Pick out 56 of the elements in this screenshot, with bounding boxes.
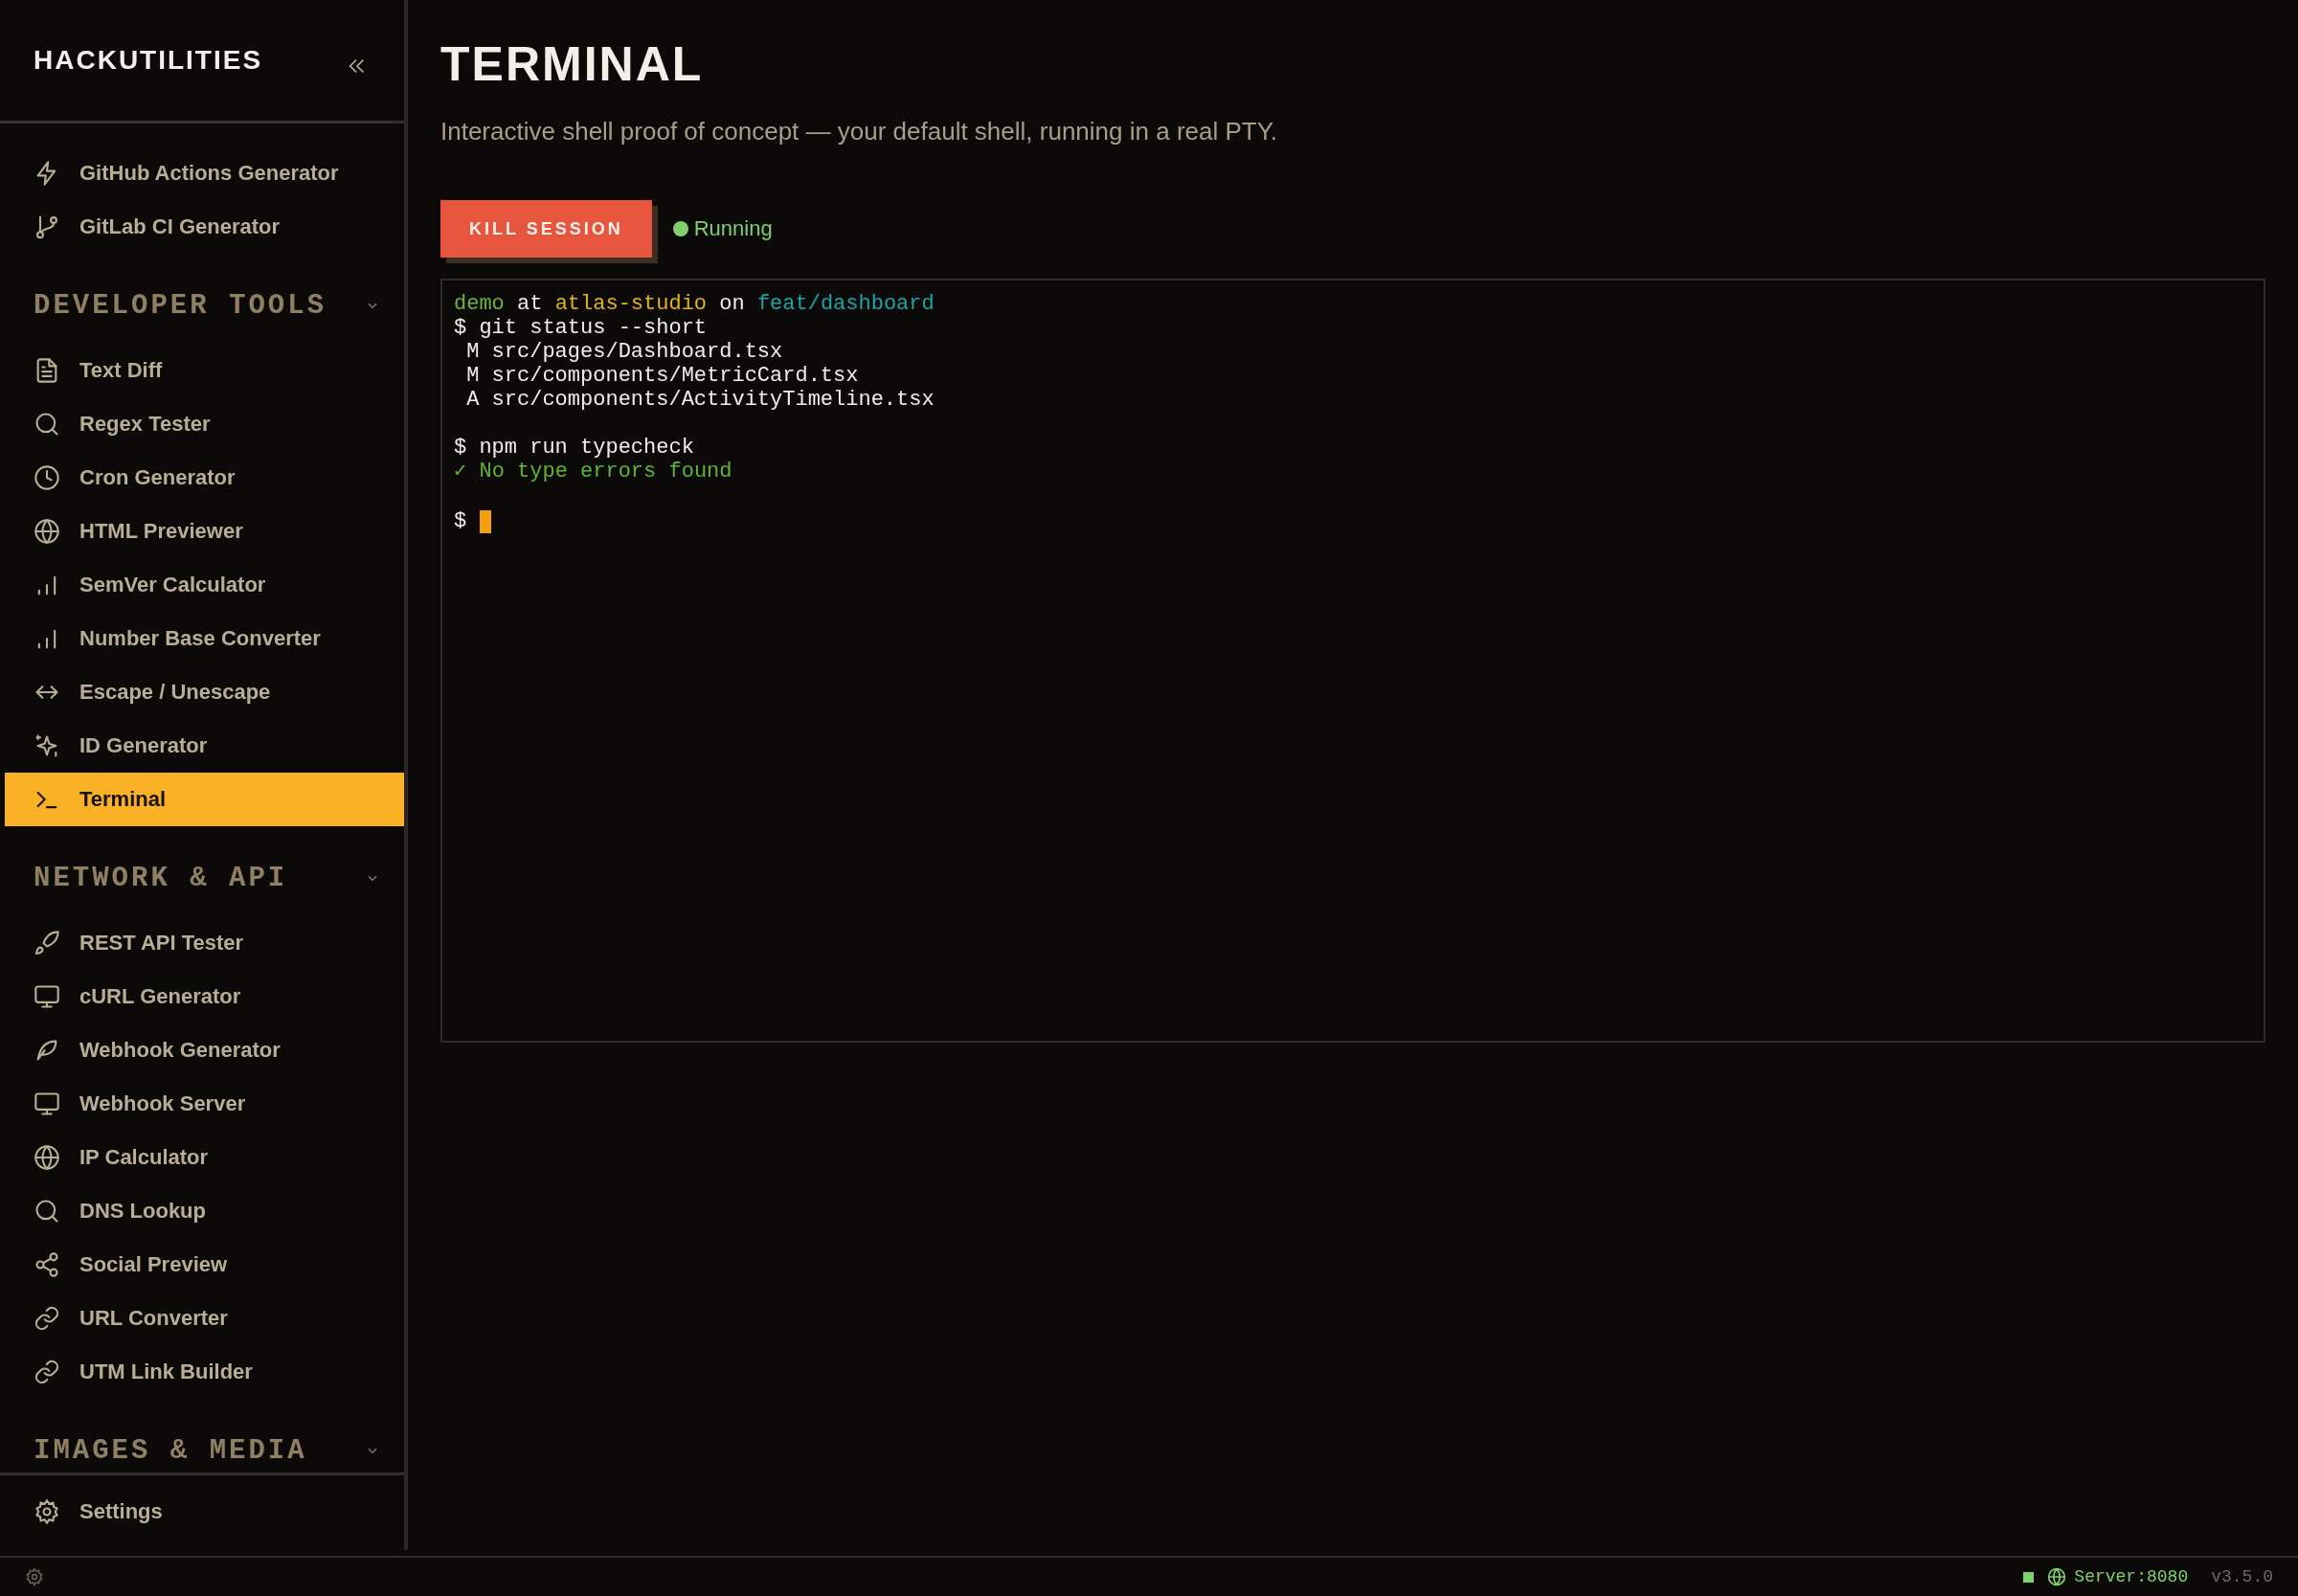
page-title: TERMINAL — [440, 36, 705, 92]
sidebar-item[interactable]: UTM Link Builder — [5, 1345, 404, 1399]
link-icon — [34, 1359, 60, 1385]
terminal-line: M src/pages/Dashboard.tsx — [465, 340, 784, 364]
text-cursor — [480, 509, 492, 533]
section-header[interactable]: DEVELOPER TOOLS — [0, 275, 404, 336]
globe-icon — [34, 1144, 60, 1171]
terminal-line: $ npm run typecheck — [454, 436, 695, 460]
terminal-line: $ git status --short — [454, 316, 709, 340]
terminal-line: M src/components/MetricCard.tsx — [465, 364, 860, 388]
sidebar-item[interactable]: Number Base Converter — [5, 612, 404, 665]
sidebar-item[interactable]: ID Generator — [5, 719, 404, 773]
sidebar-item[interactable]: DNS Lookup — [5, 1184, 404, 1238]
settings-icon — [34, 1498, 60, 1525]
section-header[interactable]: IMAGES & MEDIA — [0, 1420, 404, 1472]
sidebar-item[interactable]: Webhook Generator — [5, 1023, 404, 1077]
server-status: Server:8080 — [2074, 1567, 2189, 1586]
settings-icon[interactable] — [25, 1567, 44, 1586]
version-label: v3.5.0 — [2211, 1567, 2273, 1586]
sidebar-item[interactable]: IP Calculator — [5, 1131, 404, 1184]
sidebar-item[interactable]: cURL Generator — [5, 970, 404, 1023]
clock-icon — [34, 464, 60, 491]
terminal-line: demo at atlas-studio on feat/dashboard — [454, 292, 935, 316]
sidebar-item[interactable]: Webhook Server — [5, 1077, 404, 1131]
sidebar-item[interactable]: GitLab CI Generator — [5, 200, 404, 254]
search-icon — [34, 411, 60, 438]
terminal-line: A src/components/ActivityTimeline.tsx — [465, 388, 935, 412]
section-header[interactable]: NETWORK & API — [0, 847, 404, 909]
sidebar-item[interactable]: GitHub Actions Generator — [5, 146, 404, 200]
link-icon — [34, 1305, 60, 1332]
sidebar-item[interactable]: Escape / Unescape — [5, 665, 404, 719]
status-indicator — [2023, 1571, 2035, 1583]
sidebar-item[interactable]: HTML Previewer — [5, 505, 404, 558]
sidebar-item[interactable]: Text Diff — [5, 344, 404, 397]
sidebar-item[interactable]: Regex Tester — [5, 397, 404, 451]
terminal-prompt: $ — [454, 509, 467, 533]
terminal-panel[interactable]: demo at atlas-studio on feat/dashboard $ git status --short M src/pages/Dashboard.tsx M src/components/MetricCard.tsx A src/components/ActivityTimeline.tsx $ npm run typecheck ✓ No type errors found $ — [440, 279, 2265, 1043]
monitor-icon — [34, 983, 60, 1010]
terminal-line: ✓ No type errors found — [454, 460, 733, 483]
sidebar-item[interactable]: Cron Generator — [5, 451, 404, 505]
sidebar-item[interactable]: SemVer Calculator — [5, 558, 404, 612]
sidebar-item[interactable]: Social Preview — [5, 1238, 404, 1292]
session-status: Running — [693, 216, 773, 241]
share-icon — [34, 1251, 60, 1278]
sidebar-item[interactable]: Terminal — [5, 773, 404, 826]
monitor-icon — [34, 1090, 60, 1117]
globe-icon — [34, 518, 60, 545]
page-subtitle: Interactive shell proof of concept — your default shell, running in a real PTY. — [440, 117, 1278, 146]
status-dot — [672, 221, 688, 236]
search-icon — [34, 1198, 60, 1225]
brand-logo: HACKUTILITIES — [34, 45, 263, 76]
globe-icon — [2047, 1567, 2067, 1586]
settings-item[interactable]: Settings — [5, 1485, 404, 1539]
sidebar-item[interactable]: URL Converter — [5, 1292, 404, 1345]
branch-icon — [34, 214, 60, 240]
sidebar-item[interactable]: REST API Tester — [5, 916, 404, 970]
